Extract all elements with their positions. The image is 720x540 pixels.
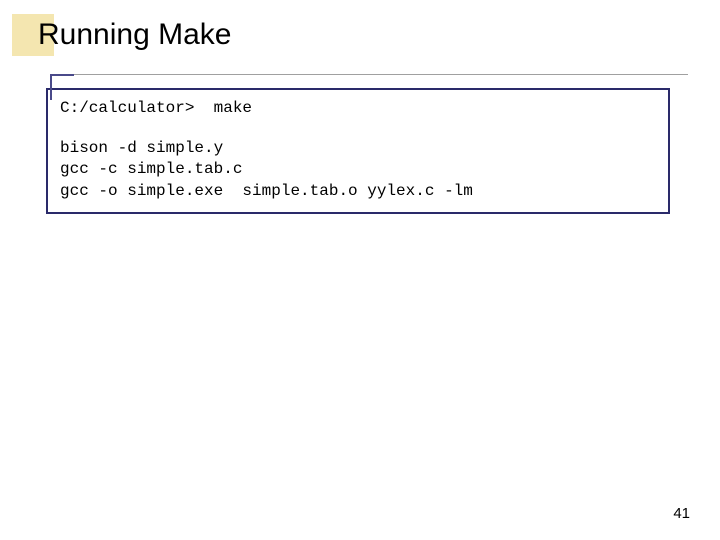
terminal-prompt-line: C:/calculator> make [60, 98, 656, 120]
underline-accent-left [50, 76, 52, 100]
terminal-output-line-1: bison -d simple.y [60, 138, 656, 160]
slide-title: Running Make [38, 18, 231, 52]
terminal-output-line-2: gcc -c simple.tab.c [60, 159, 656, 181]
terminal-blank-line [60, 120, 656, 138]
title-area: Running Make [38, 18, 231, 52]
underline-main [74, 74, 688, 75]
page-number: 41 [673, 505, 690, 522]
title-underline [38, 74, 688, 77]
underline-accent-top [50, 74, 74, 76]
terminal-output-box: C:/calculator> make bison -d simple.y gc… [46, 88, 670, 214]
terminal-output-line-3: gcc -o simple.exe simple.tab.o yylex.c -… [60, 181, 656, 203]
